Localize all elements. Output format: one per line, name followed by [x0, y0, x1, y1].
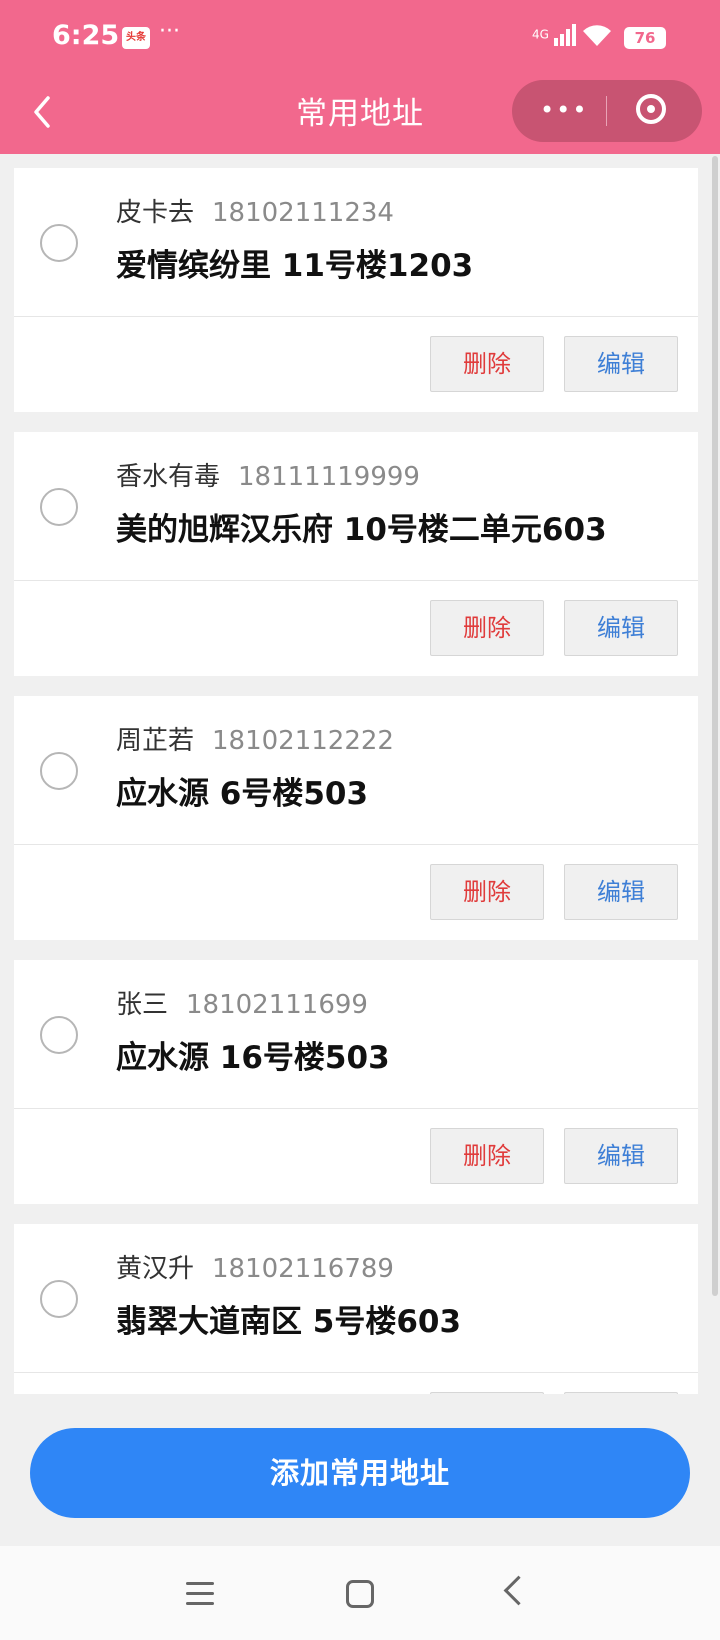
- edit-button[interactable]: 编辑: [564, 1392, 678, 1394]
- address-card: 香水有毒 18111119999 美的旭辉汉乐府 10号楼二单元603 删除 编辑: [14, 432, 698, 676]
- divider: [14, 316, 698, 317]
- contact-name: 张三: [116, 990, 169, 1020]
- close-mini-program-icon[interactable]: [636, 94, 666, 124]
- home-icon[interactable]: [346, 1580, 374, 1608]
- divider: [14, 1372, 698, 1373]
- app-notification-icon: 头条: [122, 27, 150, 49]
- divider: [14, 1108, 698, 1109]
- more-menu-icon[interactable]: •••: [540, 96, 588, 124]
- divider: [14, 844, 698, 845]
- contact-phone: 18111119999: [238, 462, 420, 492]
- wifi-icon: [583, 25, 611, 46]
- capsule-divider: [606, 96, 607, 126]
- address-text: 翡翠大道南区 5号楼603: [116, 1304, 462, 1340]
- address-card: 周芷若 18102112222 应水源 6号楼503 删除 编辑: [14, 696, 698, 940]
- add-address-button[interactable]: 添加常用地址: [30, 1428, 690, 1518]
- select-radio[interactable]: [40, 1280, 78, 1318]
- nav-bar: 常用地址 •••: [0, 78, 720, 148]
- status-bar: 6:25 头条 ··· 4G 76: [0, 0, 720, 72]
- scrollbar[interactable]: [712, 156, 718, 1296]
- address-list: 皮卡去 18102111234 爱情缤纷里 11号楼1203 删除 编辑 香水有毒…: [0, 154, 720, 1394]
- status-time: 6:25: [52, 20, 120, 51]
- delete-button[interactable]: 删除: [430, 1128, 544, 1184]
- edit-button[interactable]: 编辑: [564, 864, 678, 920]
- contact-line: 香水有毒 18111119999: [116, 456, 420, 493]
- system-back-icon[interactable]: [503, 1575, 534, 1606]
- mini-program-capsule: •••: [512, 80, 702, 142]
- select-radio[interactable]: [40, 752, 78, 790]
- contact-phone: 18102111234: [212, 198, 394, 228]
- edit-button[interactable]: 编辑: [564, 1128, 678, 1184]
- contact-line: 黄汉升 18102116789: [116, 1248, 394, 1285]
- address-text: 美的旭辉汉乐府 10号楼二单元603: [116, 512, 607, 548]
- contact-name: 香水有毒: [116, 462, 221, 492]
- network-type: 4G: [532, 27, 549, 42]
- battery-icon: 76: [624, 27, 666, 49]
- select-radio[interactable]: [40, 224, 78, 262]
- address-card: 张三 18102111699 应水源 16号楼503 删除 编辑: [14, 960, 698, 1204]
- more-notifications-icon: ···: [159, 19, 180, 44]
- address-text: 应水源 16号楼503: [116, 1040, 390, 1076]
- address-text: 应水源 6号楼503: [116, 776, 369, 812]
- contact-phone: 18102112222: [212, 726, 394, 756]
- divider: [14, 580, 698, 581]
- contact-name: 黄汉升: [116, 1254, 195, 1284]
- contact-line: 张三 18102111699: [116, 984, 368, 1021]
- delete-button[interactable]: 删除: [430, 864, 544, 920]
- address-card: 黄汉升 18102116789 翡翠大道南区 5号楼603 删除 编辑: [14, 1224, 698, 1394]
- contact-phone: 18102116789: [212, 1254, 394, 1284]
- contact-name: 周芷若: [116, 726, 195, 756]
- delete-button[interactable]: 删除: [430, 336, 544, 392]
- address-text: 爱情缤纷里 11号楼1203: [116, 248, 474, 284]
- edit-button[interactable]: 编辑: [564, 336, 678, 392]
- delete-button[interactable]: 删除: [430, 600, 544, 656]
- select-radio[interactable]: [40, 1016, 78, 1054]
- address-card: 皮卡去 18102111234 爱情缤纷里 11号楼1203 删除 编辑: [14, 168, 698, 412]
- edit-button[interactable]: 编辑: [564, 600, 678, 656]
- contact-phone: 18102111699: [186, 990, 368, 1020]
- delete-button[interactable]: 删除: [430, 1392, 544, 1394]
- header: 6:25 头条 ··· 4G 76 常用地址 •••: [0, 0, 720, 154]
- network-icon: 4G: [532, 24, 577, 46]
- select-radio[interactable]: [40, 488, 78, 526]
- signal-icon: [553, 24, 576, 46]
- contact-line: 周芷若 18102112222: [116, 720, 394, 757]
- system-nav-bar: [0, 1546, 720, 1640]
- recent-apps-icon[interactable]: [186, 1582, 214, 1606]
- contact-name: 皮卡去: [116, 198, 195, 228]
- contact-line: 皮卡去 18102111234: [116, 192, 394, 229]
